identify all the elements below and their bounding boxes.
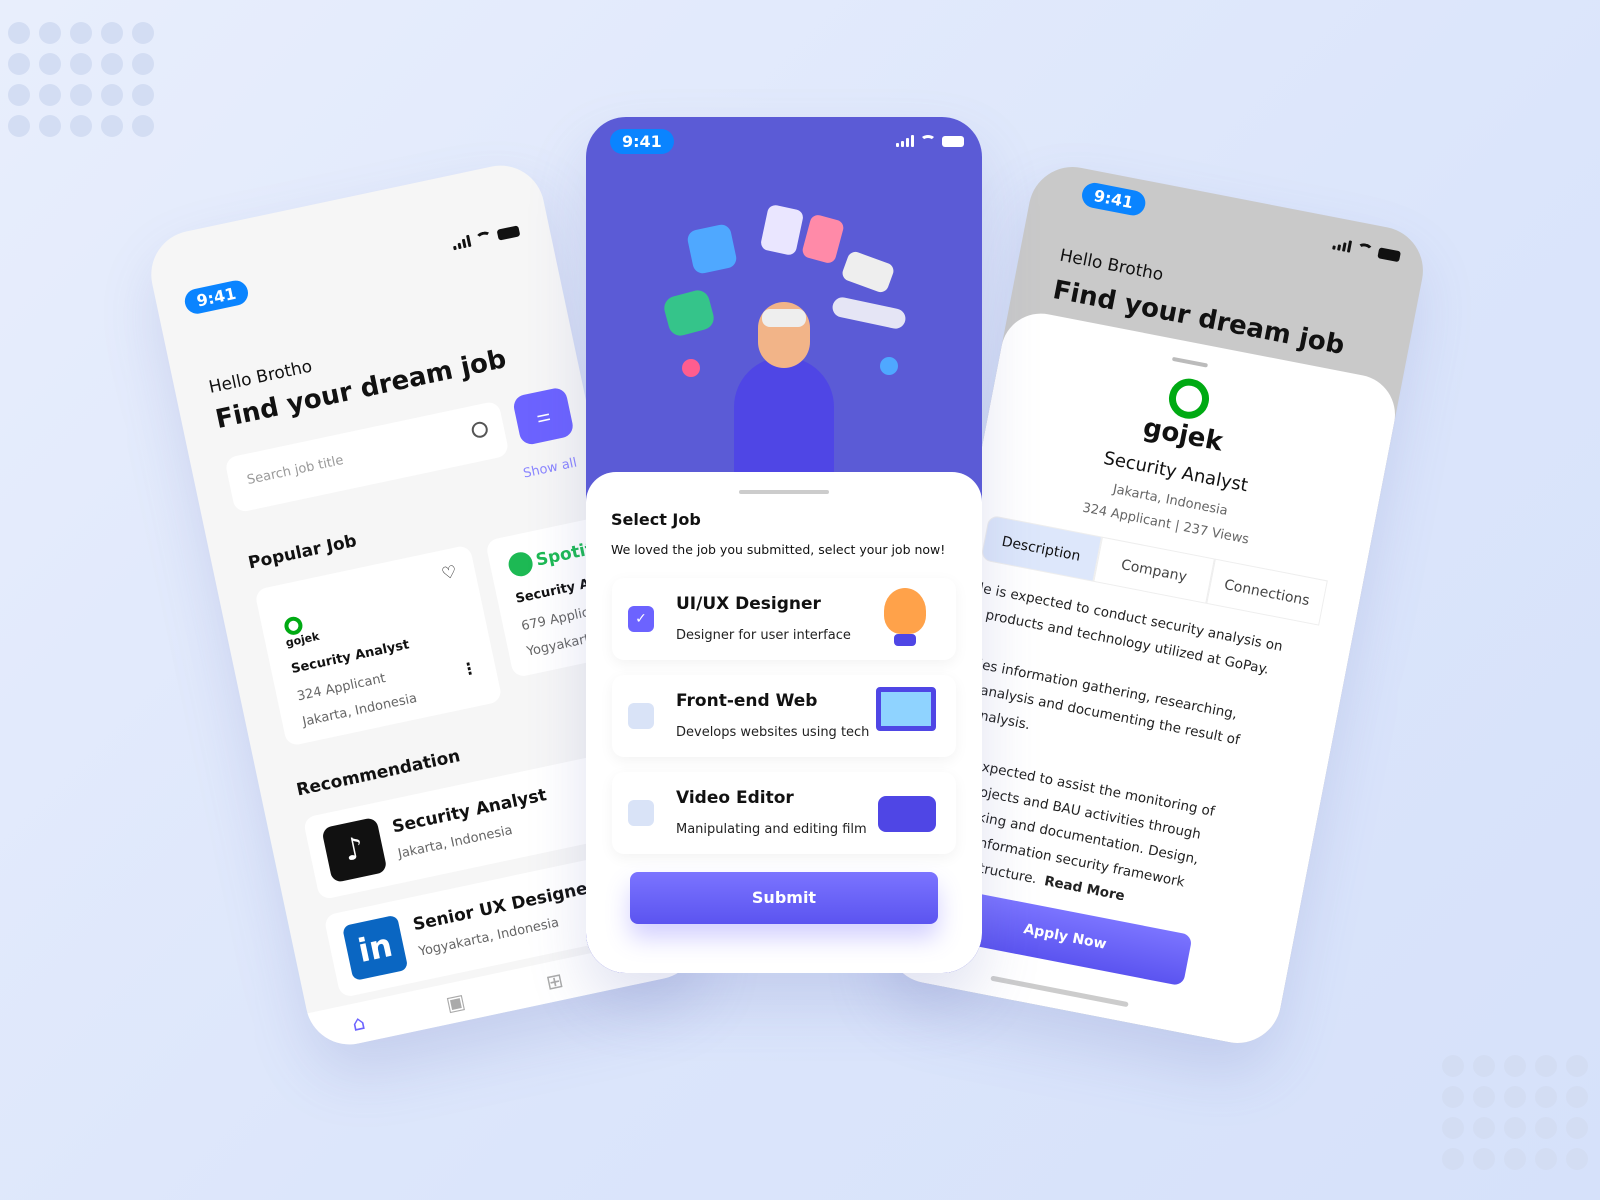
submit-button[interactable]: Submit [630, 872, 938, 924]
popular-heading: Popular Job [246, 531, 359, 574]
heart-icon[interactable]: ♡ [440, 562, 459, 585]
status-icons [451, 224, 521, 251]
popular-job-card[interactable]: ♡ gojek Security Analyst 324 Applicant J… [254, 544, 503, 747]
more-options-icon[interactable]: ⋮ [459, 658, 479, 680]
checkbox[interactable] [628, 800, 654, 826]
tiktok-logo-icon: ♪ [321, 816, 388, 884]
job-option-video[interactable]: Video Editor Manipulating and editing fi… [612, 772, 956, 854]
video-camera-icon [878, 796, 936, 832]
checkbox[interactable] [628, 703, 654, 729]
option-subtitle: Develops websites using tech [676, 725, 870, 740]
briefcase-icon[interactable]: ▣ [444, 989, 467, 1016]
battery-icon [1377, 246, 1402, 262]
status-icons [1332, 237, 1402, 262]
job-option-uiux[interactable]: ✓ UI/UX Designer Designer for user inter… [612, 578, 956, 660]
home-indicator [990, 975, 1129, 1008]
tab-company[interactable]: Company [1093, 536, 1215, 604]
option-title: Front-end Web [676, 691, 818, 711]
select-job-phone: 9:41 Select Job We loved the job you sub… [586, 117, 982, 973]
show-all-link[interactable]: Show all [522, 456, 578, 482]
plus-icon[interactable]: ⊞ [544, 968, 565, 995]
juggler-illustration [586, 187, 982, 487]
lightbulb-icon [884, 588, 926, 634]
views: 237 Views [1181, 520, 1251, 548]
battery-icon [942, 135, 964, 147]
sheet-subtitle: We loved the job you submitted, select y… [611, 542, 946, 557]
sheet-title: Select Job [611, 510, 701, 529]
decor-dots [8, 22, 154, 137]
gojek-logo-icon [1165, 375, 1213, 423]
decor-dots [1442, 1055, 1588, 1170]
status-time: 9:41 [610, 129, 674, 154]
wifi-icon [1355, 242, 1374, 257]
status-time: 9:41 [1079, 180, 1148, 218]
option-title: UI/UX Designer [676, 594, 821, 614]
option-title: Video Editor [676, 788, 794, 808]
drag-handle[interactable] [1171, 356, 1209, 368]
option-subtitle: Manipulating and editing film [676, 822, 867, 837]
home-icon[interactable]: ⌂ [350, 1010, 367, 1036]
monitor-icon [876, 687, 936, 731]
job-title: Security Analyst [390, 785, 549, 838]
option-subtitle: Designer for user interface [676, 628, 851, 643]
tab-description[interactable]: Description [980, 514, 1103, 582]
filter-button[interactable]: ⚌ [511, 386, 575, 447]
status-icons [896, 135, 964, 147]
checkbox-checked[interactable]: ✓ [628, 606, 654, 632]
search-placeholder: Search job title [245, 452, 345, 489]
drag-handle[interactable] [739, 490, 829, 494]
search-icon [470, 420, 490, 440]
tab-connections[interactable]: Connections [1206, 558, 1328, 626]
linkedin-logo-icon: in [341, 914, 409, 982]
lightbulb-base [894, 634, 916, 646]
battery-icon [496, 224, 521, 241]
status-time: 9:41 [182, 278, 251, 317]
spotify-logo-icon [506, 549, 535, 579]
filter-icon: ⚌ [534, 404, 553, 427]
signal-icon [451, 234, 472, 251]
wifi-icon [474, 230, 493, 246]
signal-icon [896, 135, 914, 147]
wifi-icon [920, 135, 936, 147]
select-job-sheet: Select Job We loved the job you submitte… [586, 472, 982, 973]
job-option-frontend[interactable]: Front-end Web Develops websites using te… [612, 675, 956, 757]
signal-icon [1332, 237, 1353, 253]
separator: | [1173, 518, 1181, 535]
